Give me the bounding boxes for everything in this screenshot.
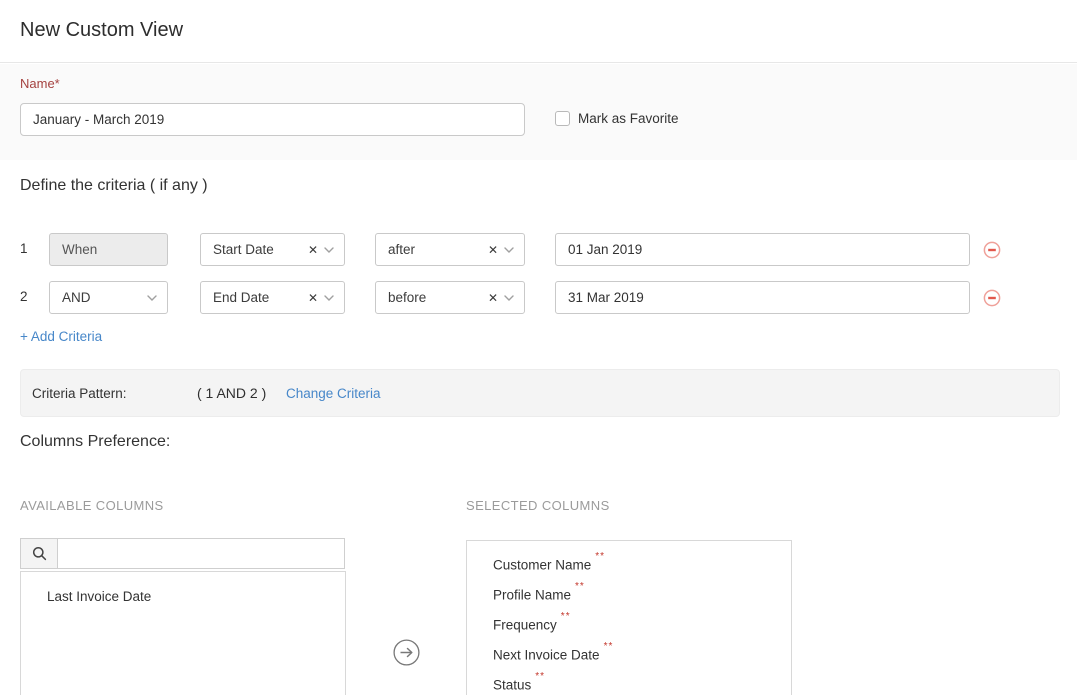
available-columns-header: AVAILABLE COLUMNS [20, 498, 164, 513]
add-criteria-link[interactable]: + Add Criteria [20, 329, 102, 344]
search-icon-box [20, 538, 58, 569]
operator-select[interactable]: before ✕ [375, 281, 525, 314]
clear-field-icon[interactable]: ✕ [308, 292, 318, 304]
required-marker: ** [595, 551, 605, 562]
chevron-down-icon [324, 247, 334, 253]
row-number: 1 [20, 241, 28, 256]
required-marker: ** [604, 641, 614, 652]
columns-preference-heading: Columns Preference: [20, 433, 170, 451]
selected-column-item[interactable]: Status** [467, 667, 791, 695]
view-name-input[interactable] [20, 103, 525, 136]
connector-select[interactable]: AND [49, 281, 168, 314]
available-column-item[interactable]: Last Invoice Date [21, 572, 345, 604]
operator-select[interactable]: after ✕ [375, 233, 525, 266]
criteria-row: 2 AND End Date ✕ before ✕ [0, 281, 1077, 314]
remove-criteria-button[interactable] [983, 289, 1001, 307]
favorite-row: Mark as Favorite [555, 111, 679, 126]
criteria-value-input[interactable] [555, 233, 970, 266]
required-marker: ** [575, 581, 585, 592]
selected-columns-header: SELECTED COLUMNS [466, 498, 610, 513]
search-icon [32, 546, 47, 561]
criteria-row: 1 When Start Date ✕ after ✕ [0, 233, 1077, 266]
criteria-value-input[interactable] [555, 281, 970, 314]
clear-field-icon[interactable]: ✕ [308, 244, 318, 256]
selected-columns-list: Customer Name** Profile Name** Frequency… [466, 540, 792, 695]
arrow-right-circle-icon [393, 639, 420, 666]
selected-column-item[interactable]: Next Invoice Date** [467, 637, 791, 667]
chevron-down-icon [147, 295, 157, 301]
clear-operator-icon[interactable]: ✕ [488, 292, 498, 304]
available-columns-search-input[interactable] [57, 538, 345, 569]
favorite-label: Mark as Favorite [578, 111, 679, 126]
remove-criteria-button[interactable] [983, 241, 1001, 259]
name-label: Name* [20, 76, 60, 91]
chevron-down-icon [504, 247, 514, 253]
criteria-pattern-bar: Criteria Pattern: ( 1 AND 2 ) Change Cri… [20, 369, 1060, 417]
required-marker: ** [561, 611, 571, 622]
criteria-pattern-value: ( 1 AND 2 ) [197, 385, 266, 401]
change-criteria-link[interactable]: Change Criteria [286, 386, 381, 401]
move-to-selected-button[interactable] [393, 639, 420, 666]
minus-circle-icon [983, 241, 1001, 259]
selected-column-item[interactable]: Frequency** [467, 607, 791, 637]
chevron-down-icon [324, 295, 334, 301]
favorite-checkbox[interactable] [555, 111, 570, 126]
criteria-heading: Define the criteria ( if any ) [20, 177, 208, 195]
selected-column-item[interactable]: Customer Name** [467, 547, 791, 577]
criteria-pattern-label: Criteria Pattern: [32, 386, 127, 401]
chevron-down-icon [504, 295, 514, 301]
page-header: New Custom View [0, 0, 1077, 63]
name-section: Name* Mark as Favorite [0, 64, 1077, 160]
field-select[interactable]: End Date ✕ [200, 281, 345, 314]
clear-operator-icon[interactable]: ✕ [488, 244, 498, 256]
available-columns-list: Last Invoice Date [20, 571, 346, 695]
connector-disabled-field: When [49, 233, 168, 266]
page-title: New Custom View [20, 19, 183, 42]
selected-column-item[interactable]: Profile Name** [467, 577, 791, 607]
new-custom-view-page: New Custom View Name* Mark as Favorite D… [0, 0, 1077, 695]
minus-circle-icon [983, 289, 1001, 307]
field-select[interactable]: Start Date ✕ [200, 233, 345, 266]
row-number: 2 [20, 289, 28, 304]
required-marker: ** [535, 671, 545, 682]
